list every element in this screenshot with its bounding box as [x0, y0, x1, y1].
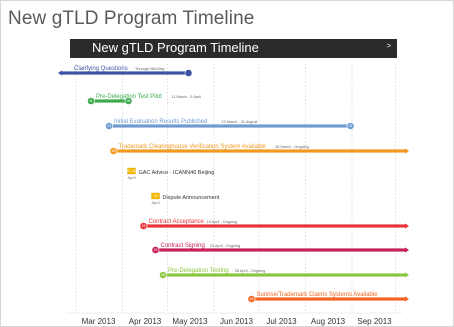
- task-bar: [62, 71, 189, 75]
- task-dates: 15 April - Ongoing: [207, 220, 237, 224]
- month-label: May 2013: [172, 317, 208, 326]
- milestone-label: GAC Advice - ICANN46 Beijing: [139, 170, 215, 176]
- task-bar: [91, 99, 129, 103]
- end-marker: [184, 69, 193, 77]
- task-dates: 28 April - Ongoing: [235, 269, 265, 273]
- task-dates: 26 March - Ongoing: [275, 145, 309, 149]
- milestone-date: 23: [154, 194, 158, 198]
- task-label: Trademark Clearinghouse Verification Sys…: [119, 144, 267, 150]
- end-day: 05: [127, 99, 131, 103]
- start-day: 15: [142, 224, 146, 228]
- start-day: 11: [89, 99, 93, 103]
- end-day: 31: [349, 124, 353, 128]
- month-label: Jun 2013: [220, 317, 253, 326]
- start-day: 26: [112, 149, 116, 153]
- task-dates: 11 March - 5 April: [172, 95, 202, 99]
- right-arrow-icon: [405, 148, 409, 154]
- month-label: Jul 2013: [266, 317, 297, 326]
- timeline-chart: Mar 2013 Apr 2013 May 2013 Jun 2013 Jul 2013…: [58, 64, 409, 326]
- start-day: 26: [250, 297, 254, 301]
- task-bar: [113, 149, 405, 153]
- task-dates: 23 April - Ongoing: [210, 244, 240, 248]
- task-label: Clarifying Questions: [74, 66, 128, 72]
- milestone-month: April: [151, 200, 159, 205]
- task-label: Initial Evaluation Results Published: [114, 119, 207, 125]
- task-bar: [109, 124, 351, 128]
- milestone-label: Dispute Announcement: [163, 195, 220, 201]
- milestone-date: 07-11: [127, 169, 136, 173]
- task-label: Sunrise/Trademark Claims Systems Availab…: [257, 292, 379, 298]
- task-bar: [155, 248, 405, 252]
- right-arrow-icon: [405, 296, 409, 302]
- task-label: Contract Acceptance: [149, 219, 205, 225]
- task-dates: 23 March - 31 August: [221, 120, 258, 124]
- right-arrow-icon: [405, 247, 409, 253]
- slide: New gTLD Program Timeline New gTLD Progr…: [0, 0, 454, 327]
- start-day: 23: [154, 248, 158, 252]
- left-arrow-icon: [58, 70, 62, 76]
- right-arrow-icon: [405, 272, 409, 278]
- month-label: Apr 2013: [129, 317, 162, 326]
- month-label: Mar 2013: [82, 317, 116, 326]
- task-bar: [143, 224, 405, 228]
- month-label: Sep 2013: [357, 317, 392, 326]
- task-bar: [251, 297, 405, 301]
- start-day: 28: [161, 273, 165, 277]
- month-label: Aug 2013: [311, 317, 346, 326]
- task-bar: [163, 273, 405, 277]
- task-label: Contract Signing: [161, 243, 205, 249]
- milestone-month: April: [127, 175, 135, 180]
- task-dates: Through Mid May: [135, 67, 165, 71]
- right-arrow-icon: [405, 223, 409, 229]
- task-label: Pre-Delegation Testing: [168, 268, 229, 274]
- start-day: 23: [107, 124, 111, 128]
